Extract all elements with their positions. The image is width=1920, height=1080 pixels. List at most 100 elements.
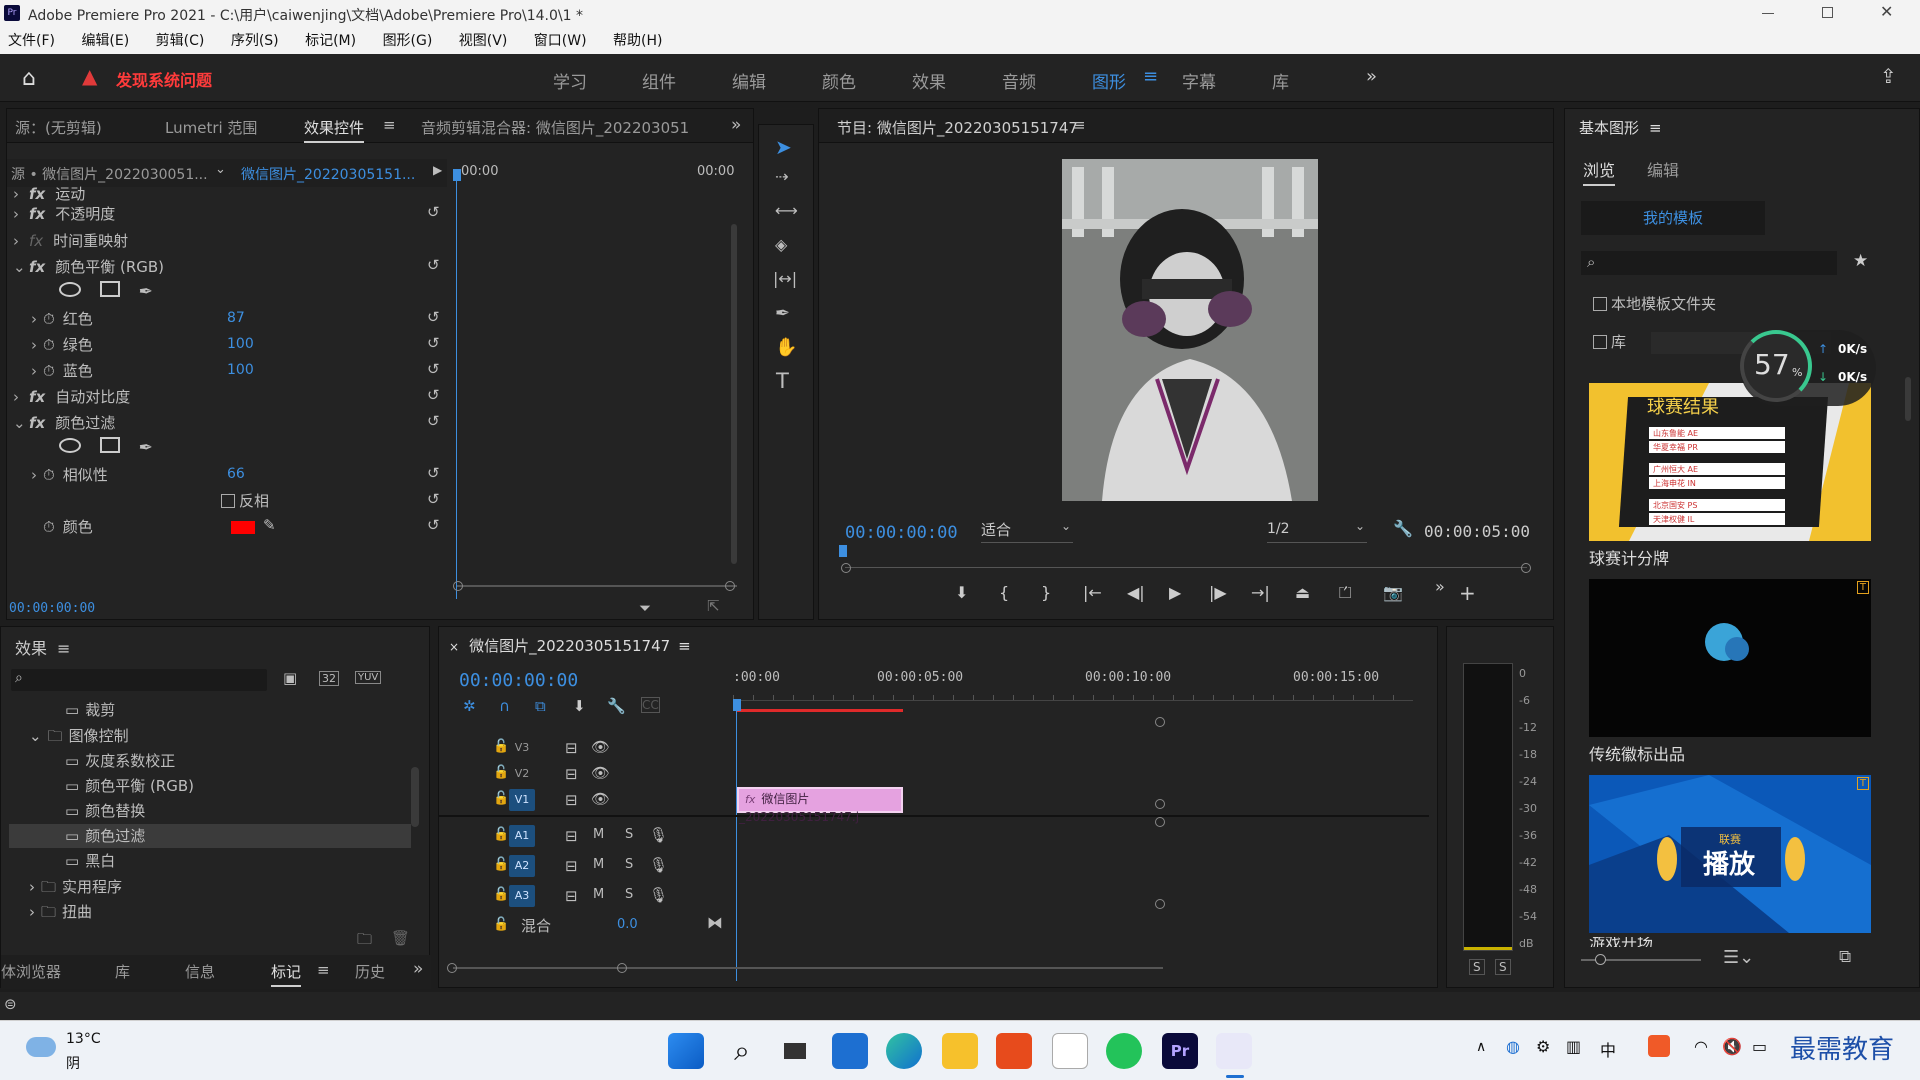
microphone-icon[interactable]: 🎙 xyxy=(649,856,668,874)
edge-icon[interactable] xyxy=(886,1033,922,1069)
mix-go-icon[interactable]: ⧓ xyxy=(707,913,723,932)
reset-icon[interactable]: ↺ xyxy=(427,412,440,430)
color-swatch[interactable] xyxy=(231,521,255,534)
lock-icon[interactable]: 🔓 xyxy=(493,765,509,780)
effect-controls-timecode[interactable]: 00:00:00:00 xyxy=(9,601,95,616)
lock-icon[interactable]: 🔓 xyxy=(493,917,509,932)
go-to-in-icon[interactable]: |← xyxy=(1083,583,1102,602)
mute-button[interactable]: M xyxy=(593,827,604,842)
resolution-dropdown[interactable]: 1/2 ⌄ xyxy=(1267,519,1367,543)
solo-button[interactable]: S xyxy=(625,827,633,842)
captions-icon[interactable]: CC xyxy=(641,697,660,713)
effect-row-opacity[interactable]: › fx 不透明度 ↺ xyxy=(13,203,440,227)
local-templates-checkbox-row[interactable]: 本地模板文件夹 xyxy=(1593,293,1716,314)
office-icon[interactable] xyxy=(996,1033,1032,1069)
menu-window[interactable]: 窗口(W) xyxy=(534,28,587,54)
effect-item-color-replace[interactable]: ▭ 颜色替换 xyxy=(65,800,145,824)
tab-lumetri-scopes[interactable]: Lumetri 范围 xyxy=(165,117,257,138)
timeline-ruler[interactable]: :00:00 00:00:05:00 00:00:10:00 00:00:15:… xyxy=(733,657,1423,713)
mute-button[interactable]: M xyxy=(593,857,604,872)
eyedropper-icon[interactable]: ✎ xyxy=(263,516,276,534)
close-icon[interactable]: ✕ xyxy=(1880,2,1893,21)
premiere-icon[interactable]: Pr xyxy=(1162,1033,1198,1069)
timeline-settings-icon[interactable]: 🔧 xyxy=(607,697,626,715)
tray-settings-icon[interactable]: ⚙ xyxy=(1536,1037,1550,1056)
minimize-icon[interactable] xyxy=(1762,13,1774,14)
new-custom-bin-icon[interactable]: ▣ xyxy=(283,669,297,687)
templates-scrollbar[interactable] xyxy=(1905,377,1911,421)
wifi-icon[interactable]: ◠ xyxy=(1694,1037,1708,1056)
workspace-editing[interactable]: 编辑 xyxy=(732,68,766,93)
tab-history[interactable]: 历史 xyxy=(355,961,387,982)
visibility-icon[interactable]: 👁 xyxy=(591,738,610,756)
mute-button[interactable]: M xyxy=(593,887,604,902)
stopwatch-icon[interactable]: ⏱ xyxy=(43,336,55,354)
linked-selection-icon[interactable]: ⧉ xyxy=(535,697,546,715)
delete-icon[interactable]: 🗑 xyxy=(391,929,410,947)
effect-item-black-white[interactable]: ▭ 黑白 xyxy=(65,850,115,874)
fit-dropdown[interactable]: 适合 ⌄ xyxy=(981,519,1073,543)
add-marker-icon[interactable]: ⬇ xyxy=(573,697,586,715)
clip-label[interactable]: 微信图片_20220305151... xyxy=(241,164,415,184)
rectangle-mask-icon[interactable] xyxy=(99,281,120,297)
timeline-scroll-right[interactable] xyxy=(617,963,627,973)
more-tabs-icon[interactable]: » xyxy=(413,959,423,979)
slip-tool-icon[interactable]: |↔| xyxy=(773,269,797,288)
battery-icon[interactable]: ▭ xyxy=(1752,1037,1767,1056)
tab-libraries[interactable]: 库 xyxy=(115,961,130,982)
video-zoom-handle-bottom[interactable] xyxy=(1155,799,1165,809)
mark-out-icon[interactable]: } xyxy=(1041,583,1051,602)
timeline-playhead[interactable] xyxy=(733,699,741,711)
effects-scrollbar[interactable] xyxy=(411,767,419,827)
32bit-filter-icon[interactable]: 32 xyxy=(319,671,339,686)
lift-icon[interactable]: ⏏ xyxy=(1295,583,1310,602)
track-label-v1[interactable]: V1 xyxy=(509,789,535,811)
mail-icon[interactable] xyxy=(832,1033,868,1069)
templates-search-input[interactable]: ⌕ xyxy=(1581,251,1837,275)
filter-icon[interactable]: ⏷ xyxy=(639,599,651,617)
panel-menu-icon[interactable]: ≡ xyxy=(678,637,691,655)
rectangle-mask-icon[interactable] xyxy=(99,437,120,453)
wechat-icon[interactable] xyxy=(1106,1033,1142,1069)
add-marker-icon[interactable]: ⬇ xyxy=(955,583,968,602)
scrubber-handle-left[interactable] xyxy=(841,563,851,573)
blue-value[interactable]: 100 xyxy=(227,362,254,378)
effect-controls-scrollbar[interactable] xyxy=(731,224,737,564)
menu-sequence[interactable]: 序列(S) xyxy=(231,28,279,54)
razor-tool-icon[interactable]: ◈ xyxy=(775,235,787,254)
workspace-captions[interactable]: 字幕 xyxy=(1182,68,1216,93)
workspace-libraries[interactable]: 库 xyxy=(1272,68,1289,93)
scrubber-handle-right[interactable] xyxy=(1521,563,1531,573)
template-thumb-logo[interactable]: T xyxy=(1589,579,1871,737)
panel-menu-icon[interactable]: ≡ xyxy=(1073,116,1086,134)
reset-icon[interactable]: ↺ xyxy=(427,490,440,508)
system-alert-text[interactable]: 发现系统问题 xyxy=(116,67,212,91)
reset-icon[interactable]: ↺ xyxy=(427,334,440,352)
pen-tool-icon[interactable]: ✒ xyxy=(775,303,790,324)
lock-icon[interactable]: 🔓 xyxy=(493,887,509,902)
workspace-audio[interactable]: 音频 xyxy=(1002,68,1036,93)
effect-row-color-balance[interactable]: ⌄ fx 颜色平衡 (RGB) ↺ xyxy=(13,256,440,280)
tab-audio-clip-mixer[interactable]: 音频剪辑混合器: 微信图片_202203051 xyxy=(421,117,689,138)
button-editor-icon[interactable]: + xyxy=(1459,581,1476,605)
menu-file[interactable]: 文件(F) xyxy=(8,28,55,54)
stopwatch-icon[interactable]: ⏱ xyxy=(43,310,55,328)
thumbnail-size-handle[interactable] xyxy=(1595,954,1606,965)
track-label-a3[interactable]: A3 xyxy=(509,885,535,907)
workspace-menu-icon[interactable]: ≡ xyxy=(1143,66,1158,87)
tab-menu-icon[interactable]: ≡ xyxy=(317,961,330,979)
yuv-filter-icon[interactable]: YUV xyxy=(355,671,382,684)
workspace-effects[interactable]: 效果 xyxy=(912,68,946,93)
pen-mask-icon[interactable]: ✒ xyxy=(139,438,153,458)
sync-lock-icon[interactable]: ⊟ xyxy=(565,739,578,757)
work-area-bar[interactable] xyxy=(737,709,903,712)
effect-item-color-balance[interactable]: ▭ 颜色平衡 (RGB) xyxy=(65,775,194,799)
tray-overflow-icon[interactable]: ∧ xyxy=(1476,1039,1486,1055)
play-icon[interactable]: ▶ xyxy=(1169,583,1181,602)
meter-solo-right[interactable]: S xyxy=(1495,959,1511,975)
mini-timeline-scrollbar[interactable] xyxy=(457,585,737,587)
search-icon[interactable]: ⌕ xyxy=(724,1033,760,1069)
menu-help[interactable]: 帮助(H) xyxy=(613,28,662,54)
menu-clip[interactable]: 剪辑(C) xyxy=(156,28,205,54)
menu-view[interactable]: 视图(V) xyxy=(459,28,508,54)
